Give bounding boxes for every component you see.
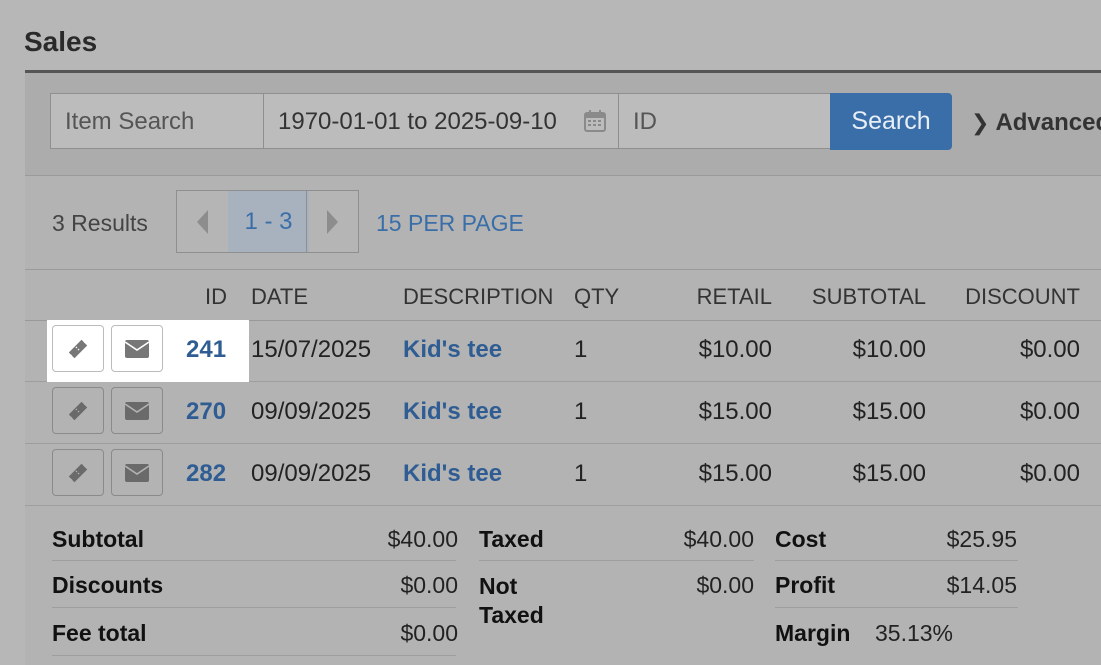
not-taxed-value: $0.00: [696, 572, 754, 598]
column-header-retail[interactable]: RETAIL: [697, 284, 772, 310]
pagination: 1 - 3: [176, 190, 359, 253]
chevron-right-icon: [327, 209, 338, 234]
receipt-button[interactable]: [52, 325, 104, 372]
divider: [775, 560, 1018, 561]
table-row: 282 09/09/2025 Kid's tee 1 $15.00 $15.00…: [25, 444, 1101, 506]
chevron-right-icon: ❯: [971, 110, 990, 135]
column-header-discount[interactable]: DISCOUNT: [965, 284, 1080, 310]
column-header-description[interactable]: DESCRIPTION: [403, 284, 553, 310]
sale-id-link[interactable]: 282: [186, 460, 226, 488]
sale-id-link[interactable]: 241: [186, 336, 226, 364]
item-description-link[interactable]: Kid's tee: [403, 336, 502, 364]
item-description-link[interactable]: Kid's tee: [403, 398, 502, 426]
not-taxed-label: Not Taxed: [479, 573, 544, 628]
item-search-input[interactable]: Item Search: [50, 93, 264, 149]
column-header-id[interactable]: ID: [205, 284, 227, 310]
previous-page-button[interactable]: [177, 191, 229, 252]
id-search-input[interactable]: ID: [618, 93, 831, 149]
item-qty: 1: [574, 336, 588, 363]
receipt-button[interactable]: [52, 449, 104, 496]
email-receipt-button[interactable]: [111, 325, 163, 372]
divider: [52, 560, 456, 561]
item-retail: $15.00: [698, 398, 772, 425]
sale-date: 15/07/2025: [251, 336, 372, 363]
item-discount: $0.00: [1019, 336, 1080, 363]
date-range-input[interactable]: 1970-01-01 to 2025-09-10: [263, 93, 619, 149]
sale-date: 09/09/2025: [251, 460, 372, 487]
divider: [479, 560, 754, 561]
envelope-icon: [124, 339, 150, 358]
table-header: ID DATE DESCRIPTION QTY RETAIL SUBTOTAL …: [25, 269, 1101, 321]
sale-id-link[interactable]: 270: [186, 398, 226, 426]
sale-date: 09/09/2025: [251, 398, 372, 425]
divider: [775, 607, 1018, 608]
next-page-button[interactable]: [306, 191, 358, 252]
subtotal-label: Subtotal: [52, 526, 144, 552]
chevron-left-icon: [197, 209, 208, 234]
margin-label: Margin: [775, 620, 851, 646]
item-subtotal: $15.00: [852, 460, 926, 487]
taxed-label: Taxed: [479, 526, 544, 552]
profit-label: Profit: [775, 572, 836, 598]
ticket-icon: [68, 401, 88, 420]
divider: [52, 655, 456, 656]
fee-total-label: Fee total: [52, 620, 147, 646]
cost-value: $25.95: [946, 526, 1017, 552]
item-description-link[interactable]: Kid's tee: [403, 460, 502, 488]
column-header-qty[interactable]: QTY: [574, 284, 619, 310]
current-page-range: 1 - 3: [228, 191, 309, 252]
page-title: Sales: [24, 26, 98, 57]
discounts-label: Discounts: [52, 572, 164, 598]
item-retail: $10.00: [698, 336, 772, 363]
cost-label: Cost: [775, 526, 827, 552]
column-header-date[interactable]: DATE: [251, 284, 308, 310]
table-row: 270 09/09/2025 Kid's tee 1 $15.00 $15.00…: [25, 382, 1101, 444]
item-subtotal: $10.00: [852, 336, 926, 363]
item-qty: 1: [574, 460, 588, 487]
profit-value: $14.05: [946, 572, 1017, 598]
per-page-selector[interactable]: 15 PER PAGE: [376, 210, 524, 237]
item-subtotal: $15.00: [852, 398, 926, 425]
discounts-value: $0.00: [400, 572, 458, 598]
column-header-subtotal[interactable]: SUBTOTAL: [812, 284, 926, 310]
ticket-icon: [68, 463, 88, 482]
advanced-search-toggle[interactable]: ❯ Advanced: [971, 109, 1101, 137]
item-discount: $0.00: [1019, 398, 1080, 425]
fee-total-value: $0.00: [400, 620, 458, 646]
subtotal-value: $40.00: [387, 526, 458, 552]
taxed-value: $40.00: [683, 526, 754, 552]
divider: [52, 607, 456, 608]
calendar-icon: [584, 110, 606, 132]
envelope-icon: [124, 463, 150, 482]
envelope-icon: [124, 401, 150, 420]
results-count: 3 Results: [52, 210, 148, 236]
item-discount: $0.00: [1019, 460, 1080, 487]
ticket-icon: [68, 339, 88, 358]
margin-value: 35.13%: [875, 620, 954, 646]
date-range-value: 1970-01-01 to 2025-09-10: [278, 108, 557, 135]
search-button[interactable]: Search: [830, 93, 952, 150]
search-bar: Item Search 1970-01-01 to 2025-09-10 ID …: [25, 73, 1101, 176]
sales-panel: Item Search 1970-01-01 to 2025-09-10 ID …: [25, 70, 1101, 665]
receipt-button[interactable]: [52, 387, 104, 434]
email-receipt-button[interactable]: [111, 449, 163, 496]
email-receipt-button[interactable]: [111, 387, 163, 434]
item-qty: 1: [574, 398, 588, 425]
table-row: 241 15/07/2025 Kid's tee 1 $10.00 $10.00…: [25, 320, 1101, 382]
item-retail: $15.00: [698, 460, 772, 487]
advanced-label: Advanced: [995, 109, 1101, 136]
